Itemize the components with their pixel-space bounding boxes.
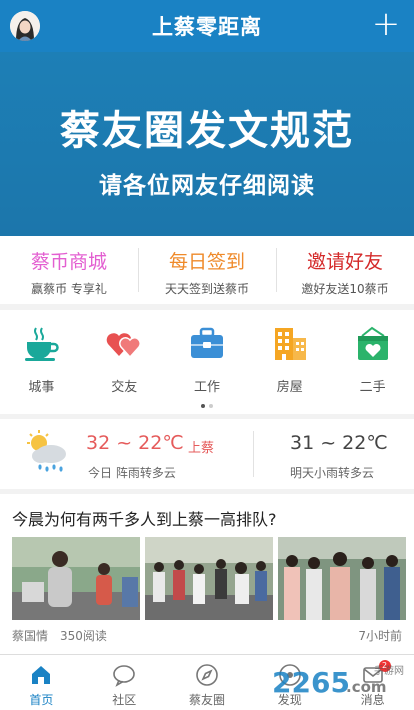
- news-meta: 蔡国情 350阅读: [12, 627, 107, 644]
- grid-item-secondhand[interactable]: 二手: [331, 324, 414, 395]
- divider: [253, 431, 254, 477]
- category-grid: 城事 交友 工作 房屋 二手: [0, 310, 414, 414]
- svg-text:2265: 2265: [272, 666, 350, 699]
- home-icon: [29, 663, 53, 687]
- today-temperature: 32 ~ 22℃: [86, 432, 184, 454]
- news-image-1: [12, 537, 140, 620]
- tab-circle[interactable]: 蔡友圈: [166, 655, 249, 710]
- city-name: 上蔡: [188, 441, 215, 456]
- page-dot: [209, 404, 213, 408]
- tab-label: 社区: [112, 693, 137, 707]
- weather-card[interactable]: 32 ~ 22℃ 上蔡 今日 阵雨转多云 31 ~ 22℃ 明天小雨转多云: [0, 419, 414, 489]
- app-title: 上蔡零距离: [152, 15, 262, 39]
- grid-item-jobs[interactable]: 工作: [166, 324, 249, 395]
- promo-subtitle: 天天签到送蔡币: [164, 282, 249, 296]
- tab-label: 首页: [29, 693, 54, 707]
- briefcase-icon: [188, 324, 226, 362]
- banner-subtitle: 请各位网友仔细阅读: [99, 173, 315, 199]
- news-images: [12, 537, 406, 620]
- grid-label: 交友: [111, 380, 138, 395]
- chat-bubble-icon: [112, 663, 136, 687]
- avatar[interactable]: [10, 11, 40, 41]
- news-image-3: [278, 537, 406, 620]
- grid-item-housing[interactable]: 房屋: [248, 324, 331, 395]
- grid-item-city[interactable]: 城事: [0, 324, 83, 395]
- basket-heart-icon: [354, 324, 392, 362]
- promo-subtitle: 赢蔡币 专享礼: [31, 282, 107, 296]
- top-bar: 上蔡零距离 +: [0, 0, 414, 52]
- grid-label: 二手: [359, 380, 386, 395]
- tomorrow-weather-desc: 明天小雨转多云: [290, 466, 375, 480]
- promo-row: 蔡币商城 赢蔡币 专享礼 每日签到 天天签到送蔡币 邀请好友 邀好友送10蔡币: [0, 236, 414, 304]
- promo-title: 蔡币商城: [30, 251, 107, 273]
- grid-label: 工作: [193, 380, 220, 395]
- promo-title: 每日签到: [168, 251, 245, 273]
- promo-checkin[interactable]: 每日签到 天天签到送蔡币: [138, 236, 276, 304]
- buildings-icon: [271, 324, 309, 362]
- news-author[interactable]: 蔡国情: [12, 629, 48, 643]
- news-reads: 350阅读: [60, 629, 107, 643]
- hearts-icon: [105, 324, 143, 362]
- compass-icon: [195, 663, 219, 687]
- coffee-cup-icon: [22, 324, 60, 362]
- page-indicator: [0, 404, 414, 408]
- svg-text:.com: .com: [346, 678, 387, 696]
- promo-title: 邀请好友: [306, 251, 383, 273]
- today-weather-desc: 今日 阵雨转多云: [88, 466, 176, 480]
- rain-cloud-icon: [24, 429, 70, 475]
- grid-label: 房屋: [276, 380, 303, 395]
- tab-community[interactable]: 社区: [83, 655, 166, 710]
- promo-mall[interactable]: 蔡币商城 赢蔡币 专享礼: [0, 236, 138, 304]
- tomorrow-temperature: 31 ~ 22℃: [290, 432, 388, 454]
- news-image-2: [145, 537, 273, 620]
- watermark-logo: 2265 .com 手游网: [270, 660, 408, 702]
- svg-text:手游网: 手游网: [374, 664, 404, 677]
- banner[interactable]: 蔡友圈发文规范 请各位网友仔细阅读: [0, 52, 414, 236]
- promo-subtitle: 邀好友送10蔡币: [301, 282, 389, 296]
- grid-item-friends[interactable]: 交友: [83, 324, 166, 395]
- promo-invite[interactable]: 邀请好友 邀好友送10蔡币: [276, 236, 414, 304]
- page-dot-active: [201, 404, 205, 408]
- news-item[interactable]: 今晨为何有两千多人到上蔡一高排队? 蔡国情 350阅读 7小时前: [0, 494, 414, 654]
- tab-home[interactable]: 首页: [0, 655, 83, 710]
- plus-icon[interactable]: +: [368, 6, 404, 44]
- grid-label: 城事: [28, 380, 55, 395]
- banner-title: 蔡友圈发文规范: [60, 108, 354, 154]
- news-title: 今晨为何有两千多人到上蔡一高排队?: [12, 510, 277, 529]
- news-time: 7小时前: [358, 629, 402, 643]
- tab-label: 蔡友圈: [188, 693, 225, 707]
